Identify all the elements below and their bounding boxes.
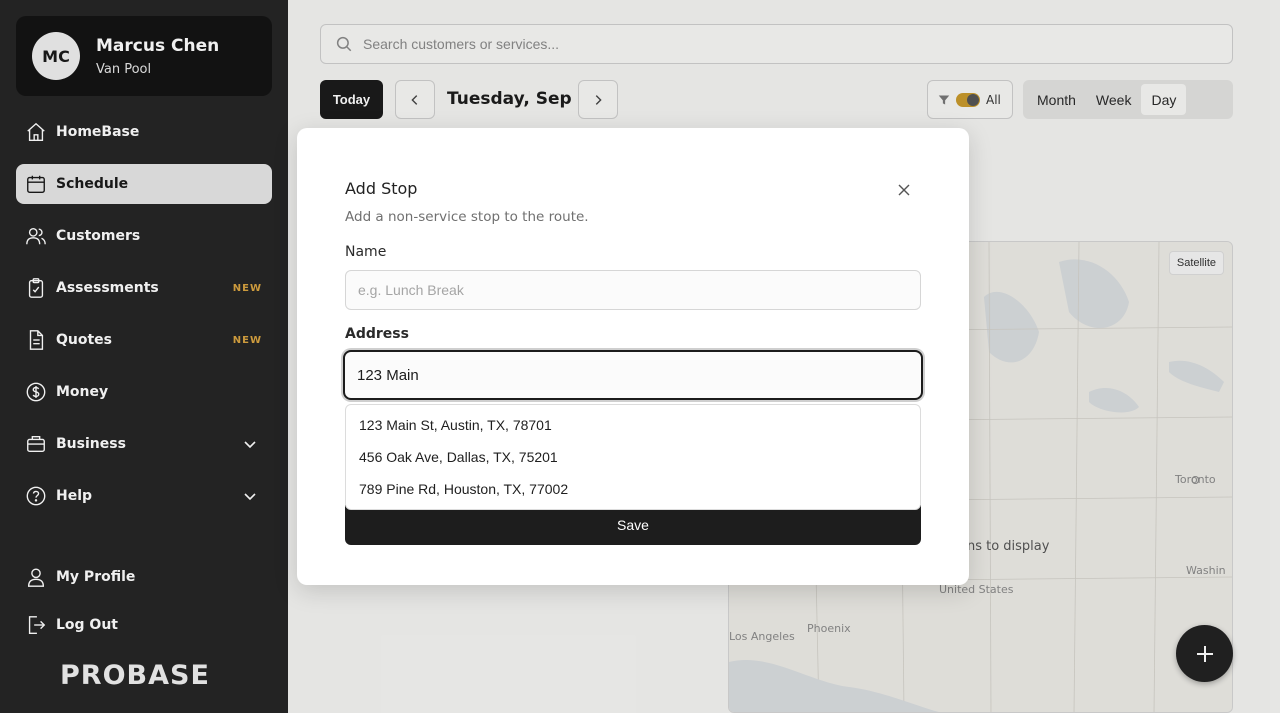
suggestion-item[interactable]: 789 Pine Rd, Houston, TX, 77002	[346, 473, 920, 505]
name-field[interactable]	[345, 270, 921, 310]
suggestion-item[interactable]: 123 Main St, Austin, TX, 78701	[346, 409, 920, 441]
close-button[interactable]	[895, 182, 913, 200]
add-stop-dialog: Add Stop Add a non-service stop to the r…	[297, 128, 969, 585]
close-icon	[898, 184, 910, 195]
dialog-subtitle: Add a non-service stop to the route.	[345, 209, 589, 225]
address-label: Address	[345, 326, 409, 342]
save-button[interactable]: Save	[345, 505, 921, 545]
address-suggestions: 123 Main St, Austin, TX, 78701 456 Oak A…	[345, 404, 921, 510]
name-label: Name	[345, 244, 387, 260]
dialog-title: Add Stop	[345, 179, 418, 198]
address-field[interactable]	[343, 350, 923, 400]
suggestion-item[interactable]: 456 Oak Ave, Dallas, TX, 75201	[346, 441, 920, 473]
